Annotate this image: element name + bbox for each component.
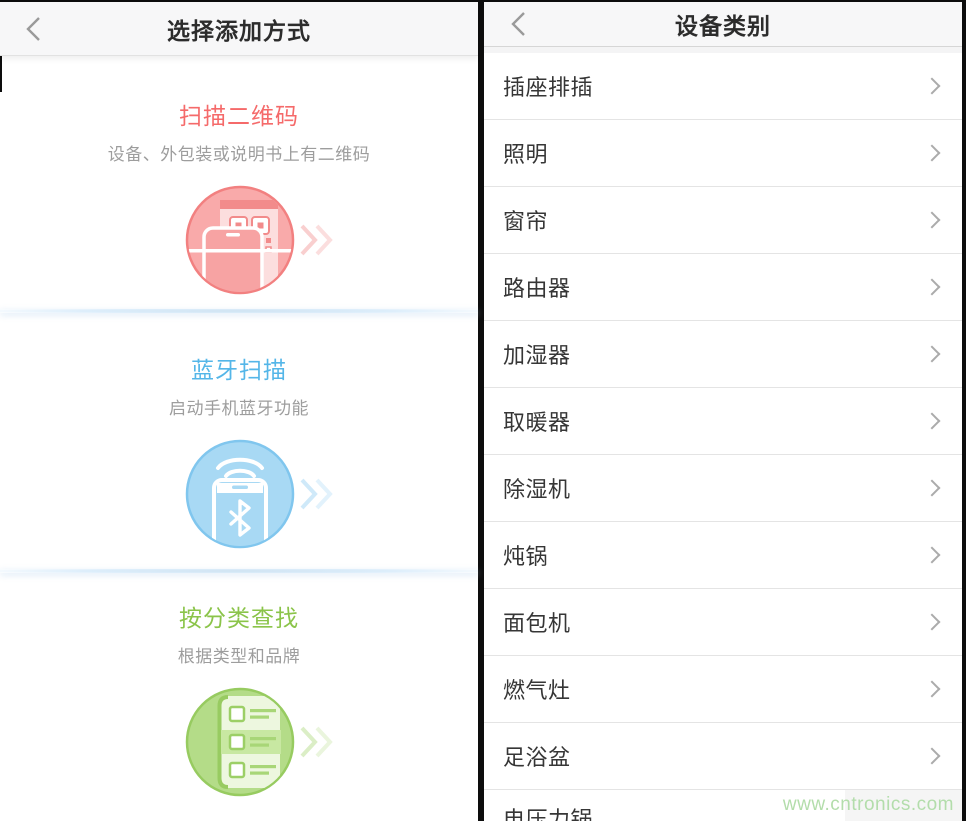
bluetooth-section-subtitle: 启动手机蓝牙功能 bbox=[0, 398, 478, 420]
list-item-label: 路由器 bbox=[503, 271, 926, 303]
chevron-right-icon bbox=[924, 78, 941, 95]
page-title: 选择添加方式 bbox=[167, 12, 311, 46]
screens-container: 选择添加方式 扫描二维码 设备、外包装或说明书上有二维码 bbox=[0, 0, 966, 821]
list-item-label: 加湿器 bbox=[503, 338, 926, 370]
list-item[interactable]: 燃气灶 bbox=[484, 656, 962, 723]
chevron-right-icon bbox=[924, 413, 941, 430]
chevron-right-icon bbox=[924, 212, 941, 229]
list-item-label: 除湿机 bbox=[503, 472, 926, 504]
page-title: 设备类别 bbox=[675, 7, 771, 41]
qr-scan-icon[interactable] bbox=[180, 180, 350, 300]
chevron-right-icon bbox=[924, 346, 941, 363]
category-section-subtitle: 根据类型和品牌 bbox=[0, 646, 478, 668]
add-method-bluetooth[interactable]: 蓝牙扫描 启动手机蓝牙功能 bbox=[0, 313, 478, 569]
list-item-label: 取暖器 bbox=[503, 405, 926, 437]
list-item[interactable]: 炖锅 bbox=[484, 522, 962, 589]
right-header: 设备类别 bbox=[484, 2, 962, 47]
category-list-icon[interactable] bbox=[180, 682, 350, 802]
left-screen: 选择添加方式 扫描二维码 设备、外包装或说明书上有二维码 bbox=[0, 2, 478, 821]
list-item[interactable]: 照明 bbox=[484, 120, 962, 187]
list-item[interactable]: 足浴盆 bbox=[484, 723, 962, 790]
bluetooth-section-title: 蓝牙扫描 bbox=[0, 357, 478, 384]
chevron-right-icon bbox=[924, 279, 941, 296]
right-screen: 设备类别 插座排插 照明 窗帘 bbox=[484, 2, 966, 821]
list-item[interactable]: 插座排插 bbox=[484, 53, 962, 120]
list-item-label: 窗帘 bbox=[503, 204, 926, 236]
chevron-left-icon bbox=[24, 14, 44, 44]
list-item[interactable]: 面包机 bbox=[484, 589, 962, 656]
qr-section-title: 扫描二维码 bbox=[0, 103, 478, 130]
list-item[interactable]: 窗帘 bbox=[484, 187, 962, 254]
list-item-label: 照明 bbox=[503, 137, 926, 169]
add-method-qr[interactable]: 扫描二维码 设备、外包装或说明书上有二维码 bbox=[0, 56, 478, 309]
list-item[interactable]: 路由器 bbox=[484, 254, 962, 321]
device-category-list: 插座排插 照明 窗帘 路由器 加 bbox=[484, 53, 962, 821]
chevron-right-icon bbox=[924, 480, 941, 497]
left-header: 选择添加方式 bbox=[0, 2, 478, 56]
list-item[interactable]: 除湿机 bbox=[484, 455, 962, 522]
list-item[interactable]: 取暖器 bbox=[484, 388, 962, 455]
chevron-right-icon bbox=[924, 748, 941, 765]
list-item-label: 燃气灶 bbox=[503, 673, 926, 705]
category-section-title: 按分类查找 bbox=[0, 605, 478, 632]
add-method-category[interactable]: 按分类查找 根据类型和品牌 bbox=[0, 573, 478, 820]
list-item-label: 插座排插 bbox=[503, 70, 926, 102]
back-button[interactable] bbox=[24, 14, 50, 44]
qr-section-subtitle: 设备、外包装或说明书上有二维码 bbox=[0, 144, 478, 166]
chevron-right-icon bbox=[924, 547, 941, 564]
watermark: www.cntronics.com bbox=[783, 794, 954, 816]
chevron-left-icon bbox=[510, 10, 528, 38]
list-item-label: 足浴盆 bbox=[503, 740, 926, 772]
bluetooth-scan-icon[interactable] bbox=[180, 434, 350, 554]
chevron-right-icon bbox=[924, 145, 941, 162]
chevron-right-icon bbox=[924, 614, 941, 631]
list-item-label: 面包机 bbox=[503, 606, 926, 638]
list-item[interactable]: 加湿器 bbox=[484, 321, 962, 388]
chevron-right-icon bbox=[924, 681, 941, 698]
back-button[interactable] bbox=[510, 9, 536, 39]
list-item-label: 炖锅 bbox=[503, 539, 926, 571]
